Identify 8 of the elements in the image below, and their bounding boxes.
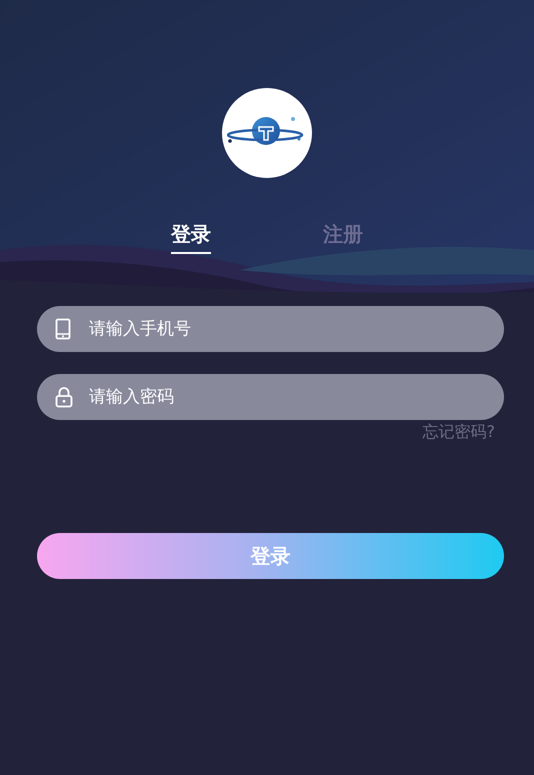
- password-field[interactable]: 请输入密码: [37, 374, 504, 420]
- phone-icon: [55, 318, 71, 340]
- forgot-password-link[interactable]: 忘记密码?: [422, 422, 495, 443]
- tab[interactable]: 注册: [323, 222, 363, 254]
- login-button[interactable]: 登录: [37, 533, 504, 579]
- tab[interactable]: 登录: [171, 222, 211, 254]
- lock-icon: [55, 386, 73, 408]
- phone-field[interactable]: 请输入手机号: [37, 306, 504, 352]
